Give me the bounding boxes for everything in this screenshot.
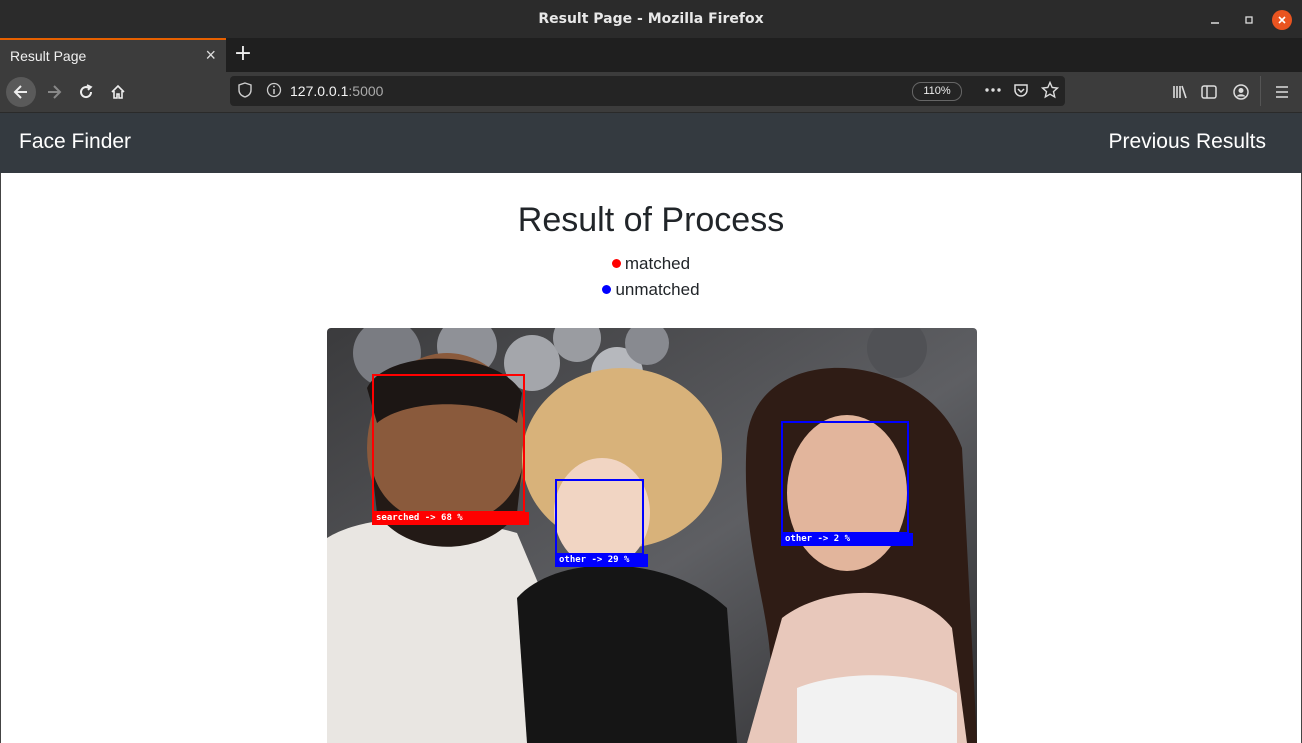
legend-label: matched [624,254,691,273]
account-icon[interactable] [1227,78,1255,106]
minimize-icon[interactable] [1205,10,1225,30]
legend-matched: matched [1,254,1301,274]
close-window-icon[interactable] [1272,10,1292,30]
info-icon[interactable] [266,82,282,102]
home-icon[interactable] [104,78,132,106]
page-actions-icon[interactable] [984,82,1002,102]
brand-link[interactable]: Face Finder [19,130,131,154]
menu-icon[interactable] [1268,78,1296,106]
result-photo: searched -> 68 % other -> 29 % other -> … [327,328,977,743]
maximize-icon[interactable] [1239,10,1259,30]
forward-arrow-icon[interactable] [40,78,68,106]
pocket-icon[interactable] [1013,82,1029,102]
tab-result-page[interactable]: Result Page × [0,38,226,72]
reload-icon[interactable] [72,78,100,106]
zoom-level-badge[interactable]: 110% [912,82,962,101]
unmatched-dot-icon [602,285,612,294]
sidebar-icon[interactable] [1195,78,1223,106]
app-navbar: Face Finder Previous Results [0,113,1302,173]
window-title: Result Page - Mozilla Firefox [538,11,764,27]
face-label: searched -> 68 % [372,512,529,525]
url-host: 127.0.0.1 [290,83,349,99]
page-content: Result of Process matched unmatched sear… [0,173,1302,743]
legend-unmatched: unmatched [1,280,1301,300]
tab-label: Result Page [10,48,87,64]
face-box-searched: searched -> 68 % [372,374,529,525]
face-box-other-child: other -> 29 % [555,479,648,567]
page-title: Result of Process [517,201,785,239]
previous-results-link[interactable]: Previous Results [1108,130,1266,154]
face-label: other -> 2 % [781,533,913,546]
url-text[interactable]: 127.0.0.1:5000 [290,83,383,99]
url-port: :5000 [348,83,384,99]
matched-dot-icon [611,259,621,268]
library-icon[interactable] [1166,78,1194,106]
tab-strip: Result Page × + [0,38,1302,72]
face-label: other -> 29 % [555,554,648,567]
close-tab-icon[interactable]: × [205,45,216,66]
face-box-other-woman: other -> 2 % [781,421,913,546]
address-bar[interactable]: 127.0.0.1:5000 110% [230,76,1065,106]
toolbar-divider [1260,76,1261,106]
navigation-toolbar: 127.0.0.1:5000 110% [0,72,1302,113]
window-titlebar: Result Page - Mozilla Firefox [0,0,1302,38]
bookmark-star-icon[interactable] [1040,80,1060,103]
legend-label: unmatched [615,280,700,299]
back-arrow-icon[interactable] [6,77,36,107]
shield-icon[interactable] [238,82,252,102]
new-tab-icon[interactable]: + [232,41,254,67]
